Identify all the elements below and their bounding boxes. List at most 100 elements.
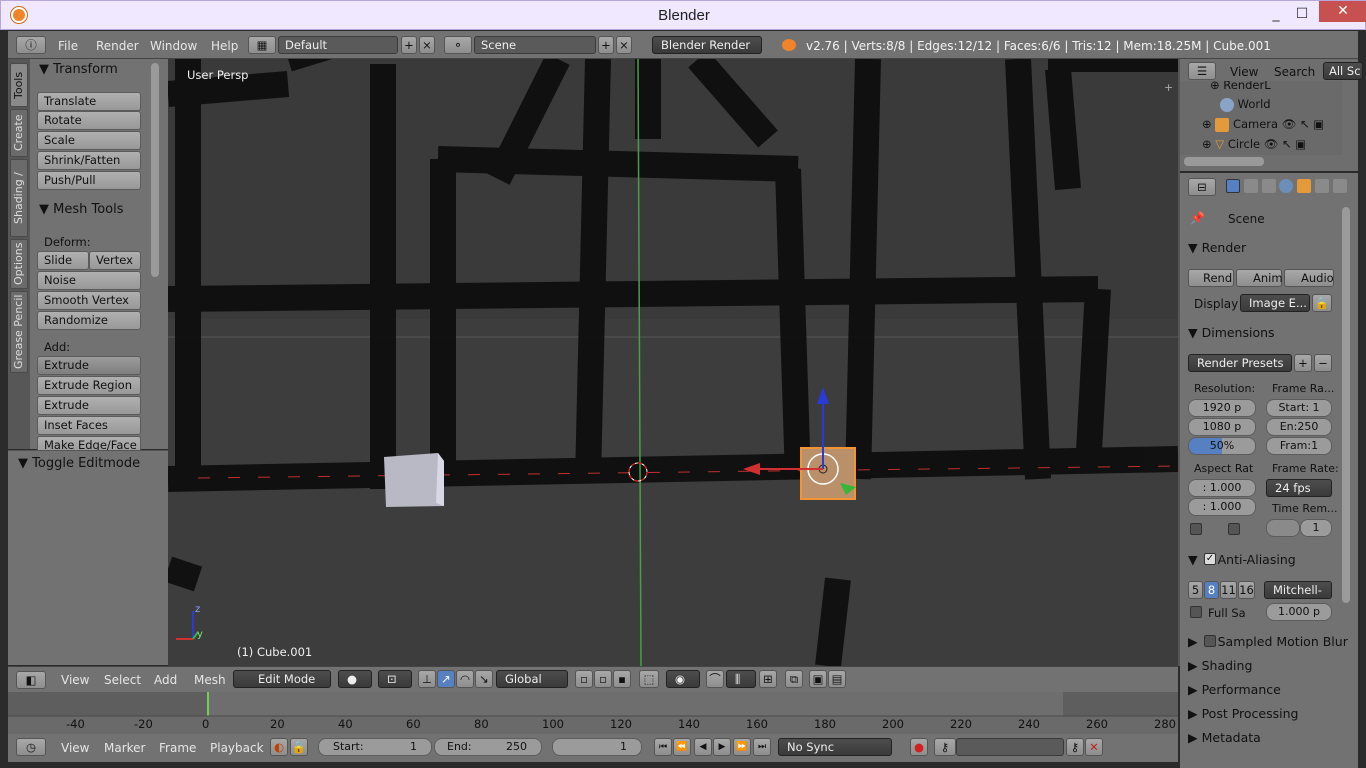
- add-screen-button[interactable]: +: [401, 36, 417, 54]
- shading-panel-title[interactable]: ▶ Shading: [1188, 658, 1252, 673]
- render-image-button[interactable]: ▣: [809, 670, 827, 688]
- rotate-manipulator-button[interactable]: ◠: [456, 670, 474, 688]
- timeline-editor-type-icon[interactable]: ◷: [16, 738, 46, 756]
- push-pull-button[interactable]: Push/Pull: [37, 171, 141, 190]
- toggle-editmode-title[interactable]: ▼ Toggle Editmode: [18, 456, 140, 471]
- sampled-motion-blur-panel-title[interactable]: ▶ Sampled Motion Blur: [1188, 634, 1348, 649]
- shrink-fatten-button[interactable]: Shrink/Fatten: [37, 151, 141, 170]
- slide-vertex-button[interactable]: Vertex: [89, 251, 141, 270]
- slide-edge-button[interactable]: Slide Ed: [37, 251, 89, 284]
- scene-field[interactable]: Scene: [474, 36, 596, 54]
- timeline-menu-frame[interactable]: Frame: [159, 741, 196, 755]
- menu-file[interactable]: File: [58, 39, 78, 53]
- border-checkbox[interactable]: [1190, 523, 1202, 535]
- display-select[interactable]: Image E...: [1240, 294, 1310, 312]
- translate-button[interactable]: Translate: [37, 92, 141, 111]
- outliner-display-mode-select[interactable]: All Sc: [1323, 62, 1363, 80]
- pivot-point-select[interactable]: ⊡: [378, 670, 412, 688]
- render-engine-select[interactable]: Blender Render: [652, 36, 762, 54]
- inset-faces-button[interactable]: Inset Faces: [37, 416, 141, 435]
- tab-create[interactable]: Create: [10, 109, 28, 157]
- tab-options[interactable]: Options: [10, 239, 28, 289]
- screen-layout-icon[interactable]: ▦: [248, 36, 276, 54]
- viewport-shading-select[interactable]: ●: [338, 670, 372, 688]
- filter-size-field[interactable]: 1.000 p: [1266, 603, 1332, 621]
- screen-layout-field[interactable]: Default: [278, 36, 398, 54]
- keying-set-field[interactable]: [956, 738, 1064, 756]
- aa-samples-16[interactable]: 16: [1238, 581, 1255, 599]
- outliner-editor-type-icon[interactable]: ☰: [1188, 62, 1216, 80]
- timeline-menu-playback[interactable]: Playback: [210, 741, 264, 755]
- end-frame-field[interactable]: End: 250: [434, 738, 542, 756]
- aa-samples-11[interactable]: 11: [1220, 581, 1237, 599]
- jump-end-button[interactable]: ⏭: [753, 738, 771, 756]
- menu-help[interactable]: Help: [211, 39, 238, 53]
- outliner-scrollbar[interactable]: [1184, 157, 1264, 166]
- tab-shading-uvs[interactable]: Shading / UVs: [10, 159, 41, 237]
- remove-preset-button[interactable]: −: [1314, 354, 1332, 372]
- render-layers-context-icon[interactable]: [1243, 178, 1258, 193]
- outliner-item-renderlayers[interactable]: ⊕ RenderL: [1210, 81, 1271, 92]
- noise-button[interactable]: Noise: [37, 271, 141, 290]
- scale-button[interactable]: Scale: [37, 131, 141, 150]
- scene-context-icon[interactable]: [1261, 178, 1276, 193]
- aspect-x-field[interactable]: : 1.000: [1188, 479, 1256, 497]
- menu-select[interactable]: Select: [104, 673, 141, 687]
- snap-element-select[interactable]: ⫼: [726, 670, 756, 688]
- time-remap-new-field[interactable]: 1: [1300, 519, 1332, 537]
- frame-start-field[interactable]: Start: 1: [1266, 399, 1332, 417]
- render-audio-button[interactable]: Audio: [1284, 269, 1334, 287]
- resolution-percentage-field[interactable]: 50%: [1188, 437, 1256, 455]
- constraints-context-icon[interactable]: [1315, 178, 1330, 193]
- render-animation-button[interactable]: Anim: [1236, 269, 1283, 287]
- menu-mesh[interactable]: Mesh: [194, 673, 226, 687]
- menu-add[interactable]: Add: [154, 673, 177, 687]
- aa-samples-8[interactable]: 8: [1204, 581, 1219, 599]
- timeline-menu-marker[interactable]: Marker: [104, 741, 145, 755]
- extrude-individual-button[interactable]: Extrude Individual: [37, 396, 141, 429]
- modifiers-context-icon[interactable]: [1332, 178, 1347, 193]
- translate-manipulator-button[interactable]: ↗: [437, 670, 455, 688]
- face-select-button[interactable]: ▪: [613, 670, 631, 688]
- tab-tools[interactable]: Tools: [10, 63, 28, 107]
- aa-filter-select[interactable]: Mitchell-: [1264, 581, 1332, 599]
- close-button[interactable]: ✕: [1319, 1, 1366, 22]
- extrude-region-button[interactable]: Extrude Region: [37, 376, 141, 395]
- render-image-button[interactable]: Rend: [1188, 269, 1234, 287]
- timeline-menu-view[interactable]: View: [61, 741, 89, 755]
- proportional-edit-select[interactable]: ◉: [666, 670, 700, 688]
- time-remap-old-field[interactable]: [1266, 519, 1300, 537]
- jump-keyframe-back-button[interactable]: ⏪: [673, 738, 691, 756]
- snap-toggle-button[interactable]: ⌒: [706, 670, 724, 688]
- lock-interface-button[interactable]: 🔒: [1312, 294, 1332, 312]
- menu-render[interactable]: Render: [96, 39, 139, 53]
- interaction-mode-select[interactable]: Edit Mode: [233, 670, 331, 688]
- scale-manipulator-button[interactable]: ↘: [475, 670, 493, 688]
- mesh-tools-panel-title[interactable]: ▼ Mesh Tools: [39, 202, 124, 217]
- outliner-item-circle[interactable]: ⊕ ▽ Circle 👁 ↖ ▣: [1202, 137, 1306, 151]
- transform-panel-title[interactable]: ▼ Transform: [39, 62, 118, 77]
- outliner-menu-search[interactable]: Search: [1274, 65, 1315, 79]
- post-processing-panel-title[interactable]: ▶ Post Processing: [1188, 706, 1298, 721]
- vertex-select-button[interactable]: ▫: [575, 670, 593, 688]
- aspect-y-field[interactable]: : 1.000: [1188, 498, 1256, 516]
- outliner-menu-view[interactable]: View: [1230, 65, 1258, 79]
- insert-keyframe-button[interactable]: ⚷: [1066, 738, 1084, 756]
- limit-selection-button[interactable]: ⬚: [639, 670, 659, 688]
- resolution-y-field[interactable]: 1080 p: [1188, 418, 1256, 436]
- start-frame-field[interactable]: Start: 1: [318, 738, 432, 756]
- keying-set-icon[interactable]: ⚷: [934, 738, 956, 756]
- maximize-button[interactable]: ☐: [1287, 3, 1317, 25]
- 3d-editor-type-icon[interactable]: ◧: [16, 671, 46, 689]
- lock-frame-range-button[interactable]: 🔒: [290, 738, 308, 756]
- render-panel-title[interactable]: ▼ Render: [1188, 240, 1246, 255]
- manipulator-toggle[interactable]: ⊥: [418, 670, 436, 688]
- resolution-x-field[interactable]: 1920 p: [1188, 399, 1256, 417]
- jump-start-button[interactable]: ⏮: [654, 738, 672, 756]
- edge-select-button[interactable]: ▫: [594, 670, 612, 688]
- tab-grease-pencil[interactable]: Grease Pencil: [10, 291, 28, 373]
- transform-orientation-select[interactable]: Global: [496, 670, 568, 688]
- anti-aliasing-panel-title[interactable]: ▼ Anti-Aliasing: [1188, 552, 1296, 567]
- outliner-item-camera[interactable]: ⊕ Camera 👁 ↖ ▣: [1202, 117, 1324, 132]
- crop-checkbox[interactable]: [1228, 523, 1240, 535]
